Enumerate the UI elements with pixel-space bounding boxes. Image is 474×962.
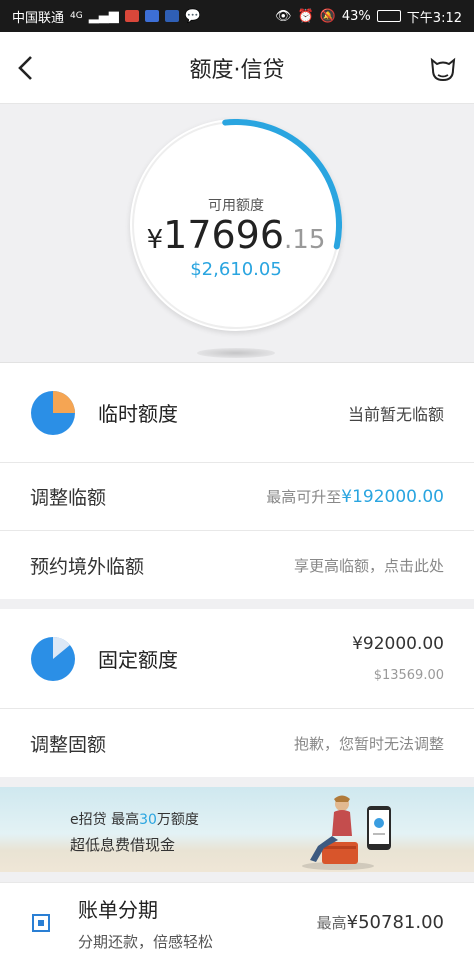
- pie-chart-icon: [31, 390, 75, 435]
- chat-icon: 💬: [184, 8, 201, 24]
- available-credit-label: 可用额度: [208, 198, 264, 214]
- banner-headline-highlight: 30: [139, 812, 157, 828]
- temporary-limit-row[interactable]: 临时额度 当前暂无临额: [0, 363, 474, 463]
- usd-credit-amount: $2,610.05: [190, 259, 282, 280]
- temporary-limit-status: 当前暂无临额: [347, 404, 444, 424]
- clock: 下午3:12: [406, 10, 462, 26]
- section-divider: [0, 777, 474, 787]
- page-title: 额度·信贷: [189, 57, 285, 83]
- alarm-icon: ⏰: [297, 8, 314, 24]
- fixed-limit-usd: $13569.00: [373, 668, 444, 683]
- available-credit-panel: 可用额度 ¥17696.15 $2,610.05: [0, 104, 474, 363]
- fixed-limit-card: 固定额度 ¥92000.00 $13569.00 调整固额 抱歉，您暂时无法调整: [0, 609, 474, 777]
- gauge-shadow: [197, 348, 275, 358]
- currency-symbol: ¥: [146, 225, 164, 255]
- app-notification-icon: [144, 10, 159, 22]
- overseas-temporary-limit-hint: 享更高临额，点击此处: [293, 556, 444, 575]
- installment-value: ¥50781.00: [346, 912, 444, 933]
- assistant-button[interactable]: [428, 53, 458, 83]
- phone-illustration: [367, 806, 391, 850]
- adjust-fixed-limit-row[interactable]: 调整固额 抱歉，您暂时无法调整: [0, 709, 474, 777]
- adjust-fixed-limit-hint: 抱歉，您暂时无法调整: [293, 734, 444, 753]
- mute-icon: 🔕: [319, 8, 336, 24]
- network-label: 4G: [70, 11, 83, 21]
- available-credit-amount: ¥17696.15: [130, 213, 342, 257]
- banner-headline-suffix: 万额度: [156, 812, 199, 828]
- installment-text: 账单分期 分期还款，倍感轻松: [78, 894, 213, 952]
- fixed-limit-row[interactable]: 固定额度 ¥92000.00 $13569.00: [0, 609, 474, 709]
- banner-headline: e招贷 最高30万额度: [70, 809, 199, 829]
- section-divider: [0, 599, 474, 609]
- battery-label: 43%: [341, 8, 371, 24]
- app-notification-icon: [164, 10, 179, 22]
- cat-assistant-icon: [430, 57, 456, 81]
- adjust-fixed-limit-title: 调整固额: [30, 733, 107, 756]
- max-temporary-limit-value: ¥192000.00: [341, 487, 444, 507]
- installment-amount: 最高¥50781.00: [317, 912, 444, 933]
- bill-installment-row[interactable]: 账单分期 分期还款，倍感轻松 最高¥50781.00: [0, 882, 474, 962]
- app-notification-icon: [124, 10, 139, 22]
- installment-title: 账单分期: [78, 897, 158, 922]
- installment-subtitle: 分期还款，倍感轻松: [78, 932, 214, 951]
- carrier-label: 中国联通: [12, 10, 65, 26]
- fixed-limit-amounts: ¥92000.00 $13569.00: [352, 634, 444, 683]
- temporary-limit-title: 临时额度: [98, 402, 178, 426]
- credit-gauge: 可用额度 ¥17696.15 $2,610.05: [130, 119, 342, 331]
- chevron-left-icon: [18, 55, 32, 80]
- fixed-limit-title: 固定额度: [98, 648, 178, 672]
- max-temporary-limit-prefix: 最高可升至: [266, 488, 342, 506]
- battery-icon: [376, 10, 401, 22]
- banner-headline-prefix: e招贷 最高: [70, 812, 140, 828]
- amount-decimal: .15: [284, 225, 326, 255]
- pie-chart-icon: [31, 636, 75, 681]
- installment-icon: [32, 913, 50, 932]
- fixed-limit-cny: ¥92000.00: [352, 634, 444, 654]
- back-button[interactable]: [16, 54, 36, 82]
- max-temporary-limit: 最高可升至¥192000.00: [266, 486, 444, 507]
- section-divider: [0, 872, 474, 882]
- overseas-temporary-limit-title: 预约境外临额: [30, 555, 145, 578]
- adjust-temporary-limit-row[interactable]: 调整临额 最高可升至¥192000.00: [0, 463, 474, 531]
- status-bar: 中国联通 4G ▂▄▆ 💬 👁 ⏰ 🔕 43% 下午3:12: [0, 0, 474, 32]
- temporary-limit-card: 临时额度 当前暂无临额 调整临额 最高可升至¥192000.00 预约境外临额 …: [0, 363, 474, 599]
- e-loan-banner[interactable]: e招贷 最高30万额度 超低息费借现金: [0, 787, 474, 872]
- amount-integer: 17696: [163, 213, 285, 257]
- navigation-bar: 额度·信贷: [0, 32, 474, 104]
- banner-subline: 超低息费借现金: [70, 836, 176, 854]
- eye-icon: 👁: [275, 8, 292, 24]
- adjust-temporary-limit-title: 调整临额: [30, 487, 107, 509]
- signal-icon: ▂▄▆: [88, 8, 119, 24]
- overseas-temporary-limit-row[interactable]: 预约境外临额 享更高临额，点击此处: [0, 531, 474, 599]
- installment-prefix: 最高: [316, 914, 347, 932]
